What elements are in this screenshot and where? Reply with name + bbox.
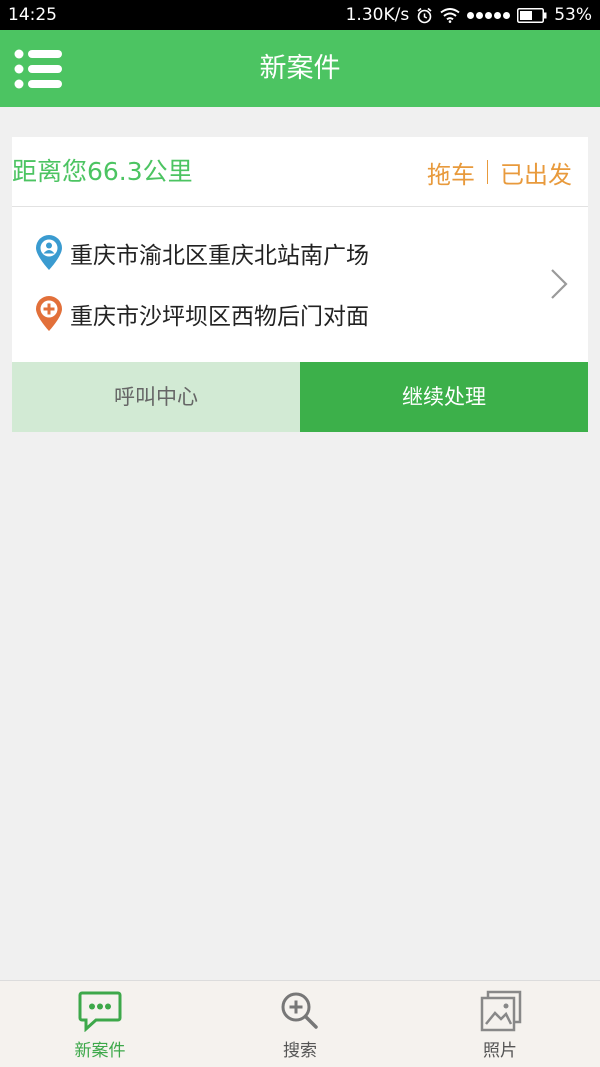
case-card-header: 距离您66.3公里 拖车 已出发 bbox=[12, 137, 588, 207]
menu-button[interactable] bbox=[14, 48, 64, 90]
tab-label: 搜索 bbox=[283, 1041, 317, 1061]
tab-search[interactable]: 搜索 bbox=[200, 981, 400, 1067]
origin-row: 重庆市渝北区重庆北站南广场 bbox=[34, 235, 369, 271]
departed-status-tag: 已出发 bbox=[500, 160, 572, 189]
chevron-right-icon bbox=[551, 269, 568, 299]
tow-tag: 拖车 bbox=[427, 160, 475, 189]
case-tags: 拖车 已出发 bbox=[427, 137, 572, 207]
chat-bubble-icon bbox=[78, 991, 122, 1032]
bottom-tab-bar: 新案件 搜索 照片 bbox=[0, 980, 600, 1067]
destination-pin-icon bbox=[36, 296, 62, 331]
status-bar: 14:25 1.30K/s 53% bbox=[0, 0, 600, 30]
origin-pin-icon bbox=[36, 235, 62, 270]
status-speed: 1.30K/s bbox=[345, 5, 410, 25]
origin-address: 重庆市渝北区重庆北站南广场 bbox=[70, 243, 369, 269]
status-battery: 53% bbox=[554, 5, 592, 25]
call-center-button[interactable]: 呼叫中心 bbox=[12, 362, 300, 432]
case-card: 距离您66.3公里 拖车 已出发 重庆市渝北区重庆北站南广场 重庆市沙坪坝区西物… bbox=[12, 137, 588, 432]
app-header: 新案件 bbox=[0, 30, 600, 107]
route-details[interactable]: 重庆市渝北区重庆北站南广场 重庆市沙坪坝区西物后门对面 bbox=[12, 208, 588, 362]
distance-text: 距离您66.3公里 bbox=[12, 157, 193, 186]
tag-divider bbox=[487, 160, 488, 184]
destination-row: 重庆市沙坪坝区西物后门对面 bbox=[34, 296, 369, 332]
tab-label: 照片 bbox=[483, 1041, 517, 1061]
tab-photos[interactable]: 照片 bbox=[400, 981, 600, 1067]
picture-icon bbox=[480, 990, 522, 1032]
signal-strength-icon bbox=[467, 11, 511, 19]
search-plus-icon bbox=[281, 992, 318, 1029]
continue-processing-button[interactable]: 继续处理 bbox=[300, 362, 588, 432]
alarm-icon bbox=[417, 7, 432, 23]
tab-new-cases[interactable]: 新案件 bbox=[0, 981, 200, 1067]
wifi-icon bbox=[440, 8, 460, 23]
destination-address: 重庆市沙坪坝区西物后门对面 bbox=[70, 304, 369, 330]
menu-list-icon bbox=[14, 49, 62, 89]
status-time: 14:25 bbox=[8, 5, 57, 25]
case-actions: 呼叫中心 继续处理 bbox=[12, 362, 588, 432]
page-title: 新案件 bbox=[259, 53, 341, 84]
battery-icon bbox=[517, 7, 547, 23]
status-indicators: 1.30K/s 53% bbox=[346, 5, 592, 25]
tab-label: 新案件 bbox=[74, 1041, 126, 1061]
